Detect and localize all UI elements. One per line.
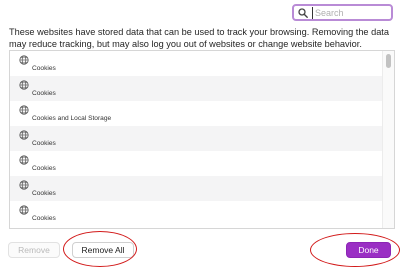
remove-button[interactable]: Remove: [8, 242, 60, 258]
list-item[interactable]: Cookies: [10, 76, 382, 101]
search-input[interactable]: [312, 6, 386, 19]
website-data-list[interactable]: Cookies Cookies Cookies and Local Storag…: [9, 50, 395, 229]
globe-icon: [19, 80, 29, 90]
search-field[interactable]: [292, 4, 393, 21]
list-scrollbar[interactable]: [382, 51, 394, 228]
globe-icon: [19, 205, 29, 215]
list-item[interactable]: Cookies and Local Storage: [10, 101, 382, 126]
globe-icon: [19, 180, 29, 190]
search-icon: [298, 7, 308, 18]
list-item-label: Cookies and Local Storage: [32, 115, 112, 122]
remove-all-button[interactable]: Remove All: [72, 242, 134, 258]
globe-icon: [19, 130, 29, 140]
description-text: These websites have stored data that can…: [9, 27, 389, 49]
done-button[interactable]: Done: [346, 242, 391, 258]
website-list-rows: Cookies Cookies Cookies and Local Storag…: [10, 51, 382, 228]
scrollbar-thumb[interactable]: [386, 54, 391, 68]
list-item-label: Cookies: [32, 90, 56, 97]
list-item-label: Cookies: [32, 215, 56, 222]
list-item-label: Cookies: [32, 65, 56, 72]
list-item-label: Cookies: [32, 190, 56, 197]
list-item-label: Cookies: [32, 165, 56, 172]
list-item[interactable]: Cookies: [10, 201, 382, 226]
globe-icon: [19, 55, 29, 65]
list-item[interactable]: Cookies: [10, 126, 382, 151]
globe-icon: [19, 105, 29, 115]
list-item[interactable]: Cookies: [10, 176, 382, 201]
list-item[interactable]: Cookies: [10, 51, 382, 76]
globe-icon: [19, 155, 29, 165]
list-item-label: Cookies: [32, 140, 56, 147]
list-item[interactable]: Cookies: [10, 151, 382, 176]
